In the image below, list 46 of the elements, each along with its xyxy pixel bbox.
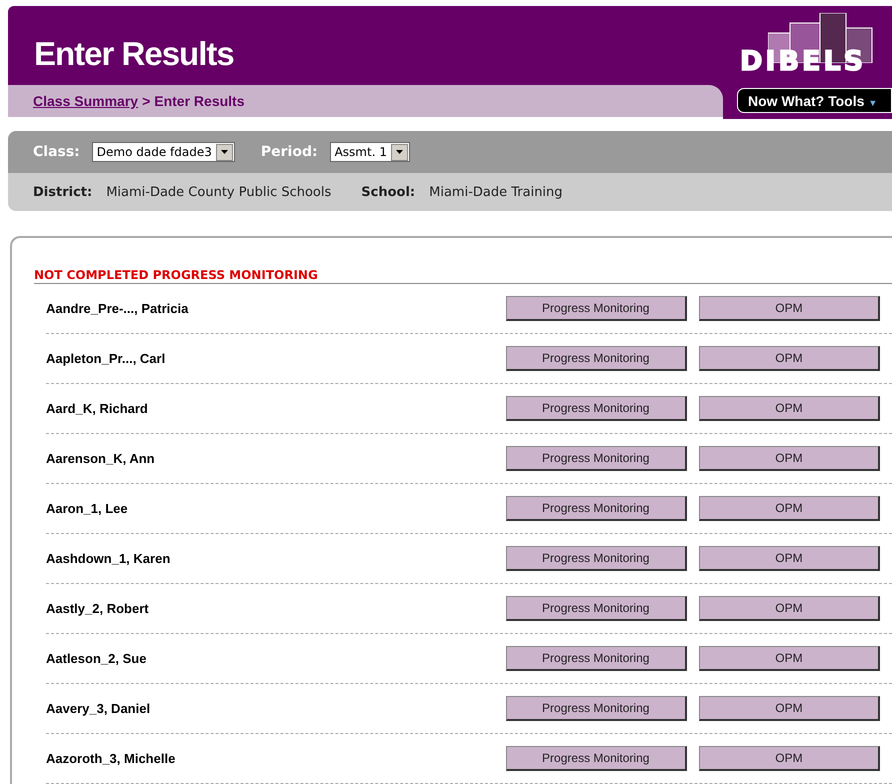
action-button[interactable]: OPM xyxy=(698,596,880,621)
info-label: District: xyxy=(33,184,92,200)
student-name: Aaron_1, Lee xyxy=(46,501,129,516)
action-button[interactable]: Progress Monitoring xyxy=(506,546,687,571)
filter-label: Period: xyxy=(260,144,318,160)
action-button[interactable]: OPM xyxy=(698,746,880,771)
action-button[interactable]: OPM xyxy=(698,646,880,671)
action-button[interactable]: Progress Monitoring xyxy=(506,446,687,471)
page-title: Enter Results xyxy=(34,35,234,73)
filter-label: Class: xyxy=(33,144,80,160)
dropdown-arrow-icon xyxy=(220,150,228,154)
dropdown[interactable]: Demo dade fdade3 xyxy=(92,142,235,162)
breadcrumb-current: Enter Results xyxy=(154,93,244,109)
info-label: School: xyxy=(361,184,416,200)
action-button[interactable]: Progress Monitoring xyxy=(506,346,687,371)
action-button[interactable]: Progress Monitoring xyxy=(506,746,687,771)
student-name: Aashdown_1, Karen xyxy=(46,551,172,566)
student-name: Aavery_3, Daniel xyxy=(46,701,152,716)
section-heading: NOT COMPLETED PROGRESS MONITORING xyxy=(34,268,892,284)
dropdown[interactable]: Assmt. 1 xyxy=(330,142,410,162)
action-button[interactable]: OPM xyxy=(698,546,880,571)
info-value: Miami-Dade Training xyxy=(429,184,563,200)
student-name: Aastly_2, Robert xyxy=(46,601,150,616)
student-name: Aarenson_K, Ann xyxy=(46,451,156,466)
dropdown-arrow-icon xyxy=(396,150,403,154)
action-button[interactable]: Progress Monitoring xyxy=(506,496,687,521)
student-name: Aatleson_2, Sue xyxy=(46,651,148,666)
action-button[interactable]: OPM xyxy=(698,346,880,371)
student-name: Aandre_Pre-..., Patricia xyxy=(46,301,190,316)
action-button[interactable]: OPM xyxy=(698,296,880,321)
action-button[interactable]: OPM xyxy=(698,496,880,521)
student-name: Aard_K, Richard xyxy=(46,401,149,416)
student-name: Aazoroth_3, Michelle xyxy=(46,751,176,766)
action-button[interactable]: OPM xyxy=(698,696,880,721)
tools-menu-button[interactable]: Now What? Tools ▼ xyxy=(737,88,892,113)
action-button[interactable]: OPM xyxy=(698,446,880,471)
action-button[interactable]: Progress Monitoring xyxy=(506,396,687,421)
action-button[interactable]: Progress Monitoring xyxy=(506,596,687,621)
info-value: Miami-Dade County Public Schools xyxy=(106,184,332,200)
action-button[interactable]: Progress Monitoring xyxy=(506,296,687,321)
breadcrumb-separator: > xyxy=(142,93,150,109)
breadcrumb-link[interactable]: Class Summary xyxy=(33,93,138,109)
action-button[interactable]: Progress Monitoring xyxy=(506,646,687,671)
action-button[interactable]: Progress Monitoring xyxy=(506,696,687,721)
student-name: Aapleton_Pr..., Carl xyxy=(46,351,166,366)
action-button[interactable]: OPM xyxy=(698,396,880,421)
